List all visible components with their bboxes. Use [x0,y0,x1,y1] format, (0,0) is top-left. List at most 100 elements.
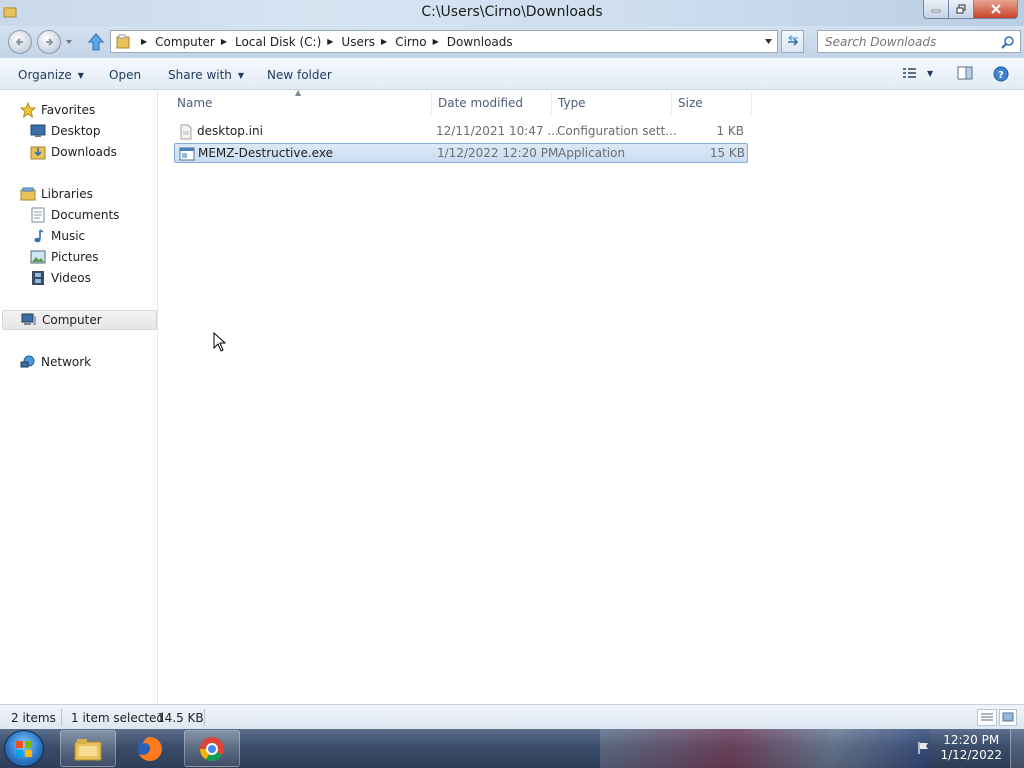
status-divider [204,709,205,726]
breadcrumb-users[interactable]: Users ▶ [341,35,395,49]
file-date: 1/12/2022 12:20 PM [437,146,559,160]
star-icon [20,102,36,118]
search-box[interactable] [817,30,1021,53]
forward-arrow-icon [46,38,54,46]
file-name: desktop.ini [197,124,263,138]
new-folder-button[interactable]: New folder [267,68,332,82]
file-size: 15 KB [709,146,745,160]
open-button[interactable]: Open [109,68,141,82]
refresh-icon [787,34,798,46]
network-icon [20,354,36,370]
selection-count: 1 item selected [71,711,165,725]
wallpaper-strip [600,729,930,768]
chevron-down-icon: ▼ [77,70,84,80]
selection-size: 14.5 KB [157,711,204,725]
clock-time: 12:20 PM [943,733,1000,747]
ini-file-icon [180,124,192,140]
downloads-folder-icon [30,144,46,160]
nav-desktop[interactable]: Desktop [30,121,101,141]
help-icon[interactable]: ? [993,66,1009,82]
breadcrumb-downloads[interactable]: Downloads [447,35,513,49]
status-bar: 2 items 1 item selected 14.5 KB [0,704,1024,729]
nav-downloads[interactable]: Downloads [30,142,117,162]
file-explorer-icon [74,738,102,760]
address-row: ▶ Computer ▶ Local Disk (C:) ▶ Users ▶ Cirn… [0,26,1024,58]
recent-pages-dropdown-icon[interactable] [65,38,73,46]
window-title: C:\Users\Cirno\Downloads [421,4,603,20]
details-view-button[interactable] [977,709,997,726]
taskbar-explorer[interactable] [60,730,116,767]
restore-icon [956,4,966,14]
svg-text:?: ? [998,70,1004,81]
minimize-icon [931,9,941,13]
nav-libraries[interactable]: Libraries [20,184,93,204]
close-button[interactable] [974,0,1018,19]
close-icon [990,4,1001,14]
nav-computer[interactable]: Computer [2,310,157,330]
file-size: 1 KB [716,124,744,138]
music-note-icon [30,228,46,244]
back-button[interactable] [8,30,32,54]
pictures-icon [30,249,46,265]
desktop-icon [30,123,46,139]
windows-logo-icon [16,740,32,757]
minimize-button[interactable] [923,0,949,19]
view-options-dropdown-icon[interactable]: ▼ [927,69,933,78]
system-clock[interactable]: 12:20 PM 1/12/2022 [940,733,1002,763]
command-bar: Organize ▼ Open Share with ▼ New folder ▼ … [0,58,1024,90]
file-type: Application [558,146,626,160]
back-arrow-icon [15,38,23,46]
breadcrumb-sep[interactable]: ▶ [135,37,155,46]
column-header-name[interactable]: Name [171,91,432,115]
breadcrumb-local-disk[interactable]: Local Disk (C:) ▶ [235,35,341,49]
chrome-icon [200,736,224,761]
film-strip-icon [30,270,46,286]
column-header-date[interactable]: Date modified [432,91,552,115]
file-list: ▲ Name Date modified Type Size desktop.i… [159,88,1024,704]
file-type: Configuration sett... [557,124,677,138]
status-divider [61,709,62,726]
large-icons-view-button[interactable] [999,709,1017,726]
large-icons-view-icon [1002,712,1014,722]
firefox-icon [138,736,162,761]
chevron-down-icon: ▼ [237,70,245,80]
refresh-button[interactable] [781,30,804,53]
column-header-size[interactable]: Size [672,91,752,115]
forward-button[interactable] [37,30,61,54]
action-center-flag-icon[interactable] [916,740,932,756]
folder-icon [116,34,130,48]
clock-date: 1/12/2022 [940,748,1002,762]
search-icon[interactable] [1001,35,1015,49]
chevron-down-icon[interactable] [764,38,773,46]
maximize-button[interactable] [949,0,974,19]
up-arrow-icon[interactable] [86,32,106,52]
navigation-pane: Favorites Desktop Downloads Libraries Do… [0,91,158,704]
column-header-type[interactable]: Type [552,91,672,115]
address-bar[interactable]: ▶ Computer ▶ Local Disk (C:) ▶ Users ▶ Cirn… [110,30,778,53]
change-view-icon[interactable] [902,66,918,80]
file-row[interactable]: desktop.ini 12/11/2021 10:47 ... Configu… [174,122,748,142]
nav-documents[interactable]: Documents [30,205,119,225]
taskbar-chrome[interactable] [184,730,240,767]
file-date: 12/11/2021 10:47 ... [436,124,559,138]
nav-network[interactable]: Network [20,352,91,372]
title-bar[interactable]: C:\Users\Cirno\Downloads [0,0,1024,26]
breadcrumb-cirno[interactable]: Cirno ▶ [395,35,447,49]
nav-favorites[interactable]: Favorites [20,100,95,120]
nav-videos[interactable]: Videos [30,268,91,288]
show-desktop-button[interactable] [1010,729,1024,768]
organize-button[interactable]: Organize ▼ [18,68,84,82]
preview-pane-icon[interactable] [957,66,973,80]
nav-pictures[interactable]: Pictures [30,247,99,267]
taskbar-firefox[interactable] [122,730,178,767]
search-input[interactable] [818,31,994,52]
share-with-button[interactable]: Share with ▼ [168,68,244,82]
file-row-selected[interactable]: MEMZ-Destructive.exe 1/12/2022 12:20 PM … [174,143,748,163]
file-name: MEMZ-Destructive.exe [198,146,333,160]
breadcrumb-computer[interactable]: Computer ▶ [155,35,235,49]
documents-icon [30,207,46,223]
nav-music[interactable]: Music [30,226,85,246]
start-button[interactable] [4,730,44,767]
taskbar: 12:20 PM 1/12/2022 [0,729,1024,768]
details-view-icon [981,713,993,721]
